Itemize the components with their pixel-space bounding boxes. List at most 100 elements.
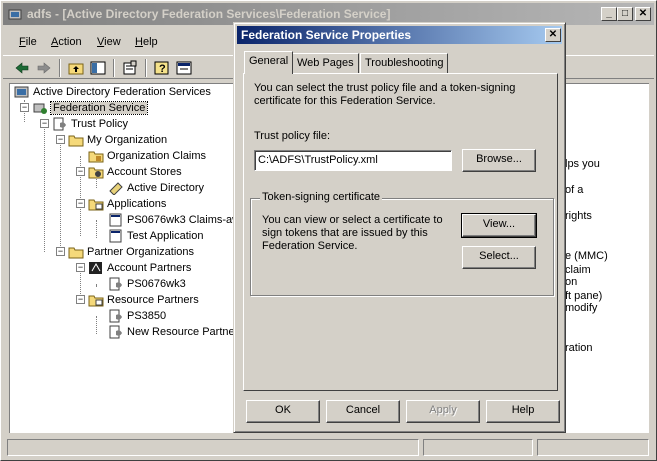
folder-icon xyxy=(68,247,84,259)
tree-item-application[interactable]: Test Application xyxy=(108,228,203,244)
back-arrow-icon[interactable] xyxy=(13,59,31,77)
tree-label: My Organization xyxy=(87,134,168,146)
help-button[interactable]: Help xyxy=(486,400,560,423)
status-cell xyxy=(423,439,533,456)
menu-action[interactable]: Action xyxy=(51,36,82,48)
adfs-app-icon xyxy=(8,9,22,20)
account-stores-icon xyxy=(88,167,104,179)
general-description-line2: certificate for this Federation Service. xyxy=(254,95,436,107)
result-text-line: lps you xyxy=(565,158,600,170)
tree-item-resource-partner[interactable]: New Resource Partne xyxy=(108,324,235,340)
tree-item-account-partners[interactable]: Account Partners xyxy=(88,260,191,276)
token-signing-text-line3: Federation Service. xyxy=(262,240,358,252)
tab-general[interactable]: General xyxy=(244,51,294,74)
tree-label: New Resource Partne xyxy=(127,326,235,338)
main-window-title: adfs - [Active Directory Federation Serv… xyxy=(27,7,391,21)
close-window-button[interactable]: ✕ xyxy=(635,7,651,21)
federation-service-properties-dialog: Federation Service Properties ✕ General … xyxy=(233,22,566,433)
console-tree: Active Directory Federation Services − F… xyxy=(9,83,241,433)
collapse-toggle[interactable]: − xyxy=(56,135,65,144)
tree-label: Federation Service xyxy=(49,101,149,115)
collapse-toggle[interactable]: − xyxy=(40,119,49,128)
menu-help[interactable]: Help xyxy=(135,36,158,48)
toolbar-separator xyxy=(113,59,115,77)
status-bar xyxy=(3,437,654,457)
result-text-line: rights xyxy=(565,210,592,222)
tree-item-my-organization[interactable]: My Organization xyxy=(68,132,167,148)
adfs-snapin-icon xyxy=(14,86,29,98)
select-certificate-button[interactable]: Select... xyxy=(462,246,536,269)
help-icon[interactable]: ? xyxy=(153,59,171,77)
tab-troubleshooting[interactable]: Troubleshooting xyxy=(360,53,449,73)
menu-view[interactable]: View xyxy=(97,36,121,48)
tree-item-federation-service[interactable]: Federation Service xyxy=(32,100,149,116)
tree-item-organization-claims[interactable]: Organization Claims xyxy=(88,148,206,164)
tree-item-account-stores[interactable]: Account Stores xyxy=(88,164,182,180)
ok-button[interactable]: OK xyxy=(246,400,320,423)
tree-label: Partner Organizations xyxy=(87,246,194,258)
tree-label: Account Stores xyxy=(107,166,182,178)
general-description-line1: You can select the trust policy file and… xyxy=(254,82,516,94)
close-icon: ✕ xyxy=(548,29,558,40)
result-text-line: ft pane) xyxy=(565,290,603,302)
dialog-title-bar[interactable]: Federation Service Properties ✕ xyxy=(237,26,562,44)
token-signing-text-line1: You can view or select a certificate to xyxy=(262,214,443,226)
tree-item-partner-organizations[interactable]: Partner Organizations xyxy=(68,244,194,260)
status-cell xyxy=(537,439,649,456)
browse-button[interactable]: Browse... xyxy=(462,149,536,172)
partner-policy-icon xyxy=(109,325,122,339)
tree-item-resource-partners[interactable]: Resource Partners xyxy=(88,292,199,308)
folder-icon xyxy=(68,135,84,147)
collapse-toggle[interactable]: − xyxy=(76,199,85,208)
tree-item-adfs-root[interactable]: Active Directory Federation Services xyxy=(14,84,211,100)
properties-icon[interactable] xyxy=(121,59,139,77)
collapse-toggle[interactable]: − xyxy=(20,103,29,112)
cancel-button[interactable]: Cancel xyxy=(326,400,400,423)
tree-item-active-directory[interactable]: Active Directory xyxy=(108,180,204,196)
console-window-icon[interactable] xyxy=(175,59,193,77)
apply-button[interactable]: Apply xyxy=(406,400,480,423)
tree-label: Organization Claims xyxy=(107,150,207,162)
dialog-close-button[interactable]: ✕ xyxy=(545,28,561,42)
minimize-button[interactable]: _ xyxy=(601,7,617,21)
account-partners-icon xyxy=(89,262,102,275)
tree-label: PS3850 xyxy=(127,310,167,322)
tree-item-trust-policy[interactable]: Trust Policy xyxy=(52,116,128,132)
applications-folder-icon xyxy=(88,199,104,211)
trust-policy-icon xyxy=(53,117,66,131)
active-directory-icon xyxy=(109,182,123,196)
tree-item-application[interactable]: PS0676wk3 Claims-aw xyxy=(108,212,240,228)
up-folder-icon[interactable] xyxy=(67,59,85,77)
maximize-button[interactable]: □ xyxy=(617,7,633,21)
tree-label: Active Directory Federation Services xyxy=(33,86,211,98)
tree-label: PS0676wk3 Claims-aw xyxy=(127,214,241,226)
token-signing-group-title: Token-signing certificate xyxy=(260,191,383,203)
tree-item-applications[interactable]: Applications xyxy=(88,196,166,212)
result-text-line: ration xyxy=(565,342,593,354)
tab-label: Troubleshooting xyxy=(365,57,444,69)
collapse-toggle[interactable]: − xyxy=(56,247,65,256)
application-icon xyxy=(109,229,122,243)
menu-file[interactable]: File xyxy=(19,36,37,48)
tree-label: Resource Partners xyxy=(107,294,199,306)
ok-label: OK xyxy=(275,404,291,416)
view-certificate-button[interactable]: View... xyxy=(461,213,537,238)
trust-policy-file-field[interactable]: C:\ADFS\TrustPolicy.xml xyxy=(254,150,452,171)
collapse-toggle[interactable]: − xyxy=(76,295,85,304)
forward-arrow-icon[interactable] xyxy=(35,59,53,77)
view-label: View... xyxy=(482,218,516,230)
collapse-toggle[interactable]: − xyxy=(76,263,85,272)
collapse-toggle[interactable]: − xyxy=(76,167,85,176)
tree-item-account-partner[interactable]: PS0676wk3 xyxy=(108,276,186,292)
tab-web-pages[interactable]: Web Pages xyxy=(292,53,359,73)
select-label: Select... xyxy=(479,250,519,262)
tree-label: Active Directory xyxy=(127,182,205,194)
resource-partners-folder-icon xyxy=(88,295,104,307)
trust-policy-label: Trust policy file: xyxy=(254,130,331,142)
apply-label: Apply xyxy=(429,404,457,416)
browse-label: Browse... xyxy=(476,153,522,165)
tree-label: PS0676wk3 xyxy=(127,278,186,290)
help-label: Help xyxy=(511,404,535,416)
show-hide-tree-icon[interactable] xyxy=(89,59,107,77)
tree-item-resource-partner[interactable]: PS3850 xyxy=(108,308,166,324)
